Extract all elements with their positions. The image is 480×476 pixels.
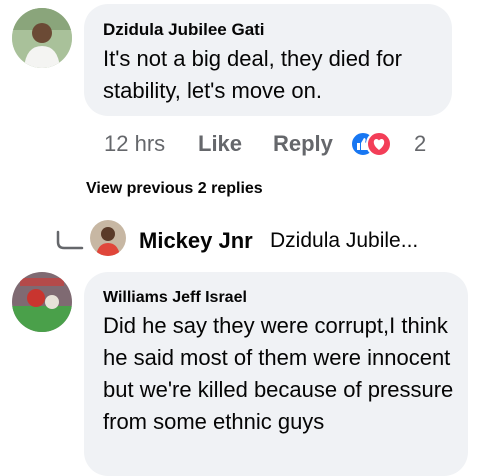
view-previous-replies-link[interactable]: View previous 2 replies xyxy=(86,180,263,198)
like-label: Like xyxy=(198,131,243,156)
comment-bubble: Williams Jeff Israel Did he say they wer… xyxy=(84,272,468,476)
reply-arrow-icon xyxy=(56,230,84,250)
comment-timestamp[interactable]: 12 hrs xyxy=(104,131,165,157)
like-button[interactable]: Like xyxy=(198,131,242,157)
love-icon xyxy=(366,131,392,157)
reply-button[interactable]: Reply xyxy=(273,131,333,157)
reply-snippet[interactable]: Dzidula Jubile... xyxy=(270,229,418,253)
reactions-summary[interactable]: 2 xyxy=(350,130,440,158)
comment-bubble: Dzidula Jubilee Gati It's not a big deal… xyxy=(84,4,452,116)
avatar-photo-icon xyxy=(90,220,126,256)
comment-author[interactable]: Dzidula Jubilee Gati xyxy=(103,20,265,40)
comment-text: Did he say they were corrupt,I think he … xyxy=(103,313,454,434)
reply-label: Reply xyxy=(273,131,333,156)
avatar-williams[interactable] xyxy=(12,272,72,332)
avatar-dzidula[interactable] xyxy=(12,8,72,68)
comment-text: It's not a big deal, they died for stabi… xyxy=(103,46,402,103)
reply-author[interactable]: Mickey Jnr xyxy=(139,228,253,254)
avatar-photo-icon xyxy=(12,272,72,332)
reaction-count: 2 xyxy=(414,131,427,156)
avatar-mickey[interactable] xyxy=(90,220,126,256)
comment-author[interactable]: Williams Jeff Israel xyxy=(103,289,247,307)
avatar-photo-icon xyxy=(12,8,72,68)
